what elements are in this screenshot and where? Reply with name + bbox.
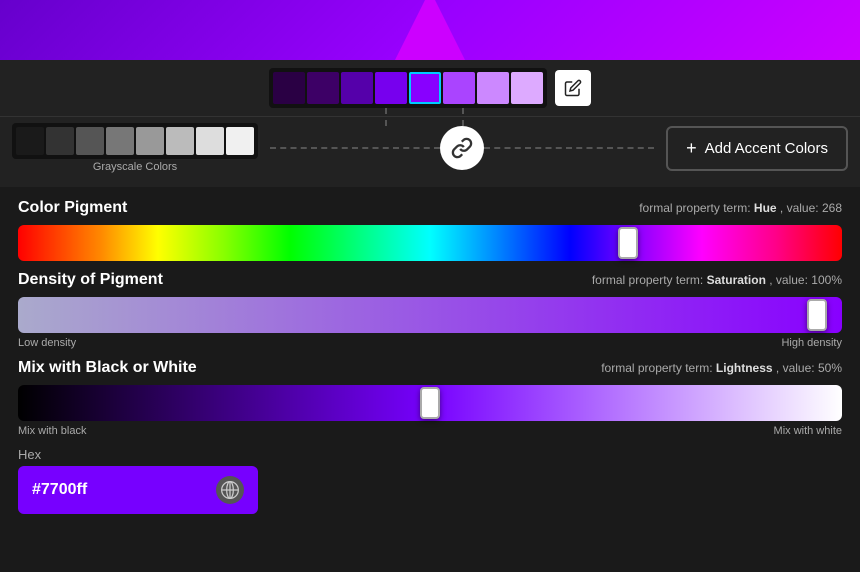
hex-section: Hex [18,447,842,514]
lightness-formal: formal property term: Lightness , value:… [601,361,842,375]
gs-swatch-7[interactable] [196,127,224,155]
density-formal: formal property term: Saturation , value… [592,273,842,287]
gs-swatch-4[interactable] [106,127,134,155]
hex-input-row [18,466,258,514]
saturation-slider[interactable] [18,297,842,333]
swatch-5[interactable] [409,72,441,104]
hex-input[interactable] [32,481,206,499]
saturation-thumb[interactable] [807,299,827,331]
lightness-labels: Mix with black Mix with white [18,425,842,437]
swatch-3[interactable] [341,72,373,104]
hue-property: Hue [754,201,777,215]
lightness-header: Mix with Black or White formal property … [18,359,842,377]
swatch-8[interactable] [511,72,543,104]
add-accent-label: Add Accent Colors [705,140,828,157]
hue-slider[interactable] [18,225,842,261]
swatch-7[interactable] [477,72,509,104]
color-pigment-formal: formal property term: Hue , value: 268 [639,201,842,215]
color-pigment-title: Color Pigment [18,199,127,217]
grayscale-palette [12,123,258,159]
gs-swatch-8[interactable] [226,127,254,155]
swatch-6[interactable] [443,72,475,104]
swatch-2[interactable] [307,72,339,104]
hue-value: 268 [822,201,842,215]
lightness-value: 50% [818,361,842,375]
grayscale-label: Grayscale Colors [93,161,177,173]
top-decoration [0,0,860,60]
mix-black-label: Mix with black [18,425,86,437]
lightness-title: Mix with Black or White [18,359,197,377]
main-content: Color Pigment formal property term: Hue … [0,187,860,526]
add-accent-button[interactable]: + Add Accent Colors [666,126,848,171]
mix-white-label: Mix with white [774,425,842,437]
swatch-1[interactable] [273,72,305,104]
grayscale-row: Grayscale Colors + Add Accent Colors [0,117,860,187]
hue-thumb[interactable] [618,227,638,259]
saturation-track [18,297,842,333]
low-density-label: Low density [18,337,76,349]
hex-label: Hex [18,447,842,462]
density-title: Density of Pigment [18,271,163,289]
gs-swatch-3[interactable] [76,127,104,155]
grayscale-section: Grayscale Colors [12,123,258,173]
gs-swatch-1[interactable] [16,127,44,155]
saturation-value: 100% [811,273,842,287]
swatch-4[interactable] [375,72,407,104]
swatches-row [0,60,860,117]
color-pigment-header: Color Pigment formal property term: Hue … [18,199,842,217]
edit-button[interactable] [555,70,591,106]
lightness-thumb[interactable] [420,387,440,419]
color-swatch-palette [269,68,547,108]
gs-swatch-2[interactable] [46,127,74,155]
lightness-slider[interactable] [18,385,842,421]
lightness-property: Lightness [716,361,773,375]
plus-icon: + [686,138,697,159]
world-icon [216,476,244,504]
density-header: Density of Pigment formal property term:… [18,271,842,289]
saturation-property: Saturation [707,273,766,287]
gs-swatch-5[interactable] [136,127,164,155]
link-button[interactable] [440,126,484,170]
density-labels: Low density High density [18,337,842,349]
gs-swatch-6[interactable] [166,127,194,155]
high-density-label: High density [781,337,842,349]
hue-track [18,225,842,261]
